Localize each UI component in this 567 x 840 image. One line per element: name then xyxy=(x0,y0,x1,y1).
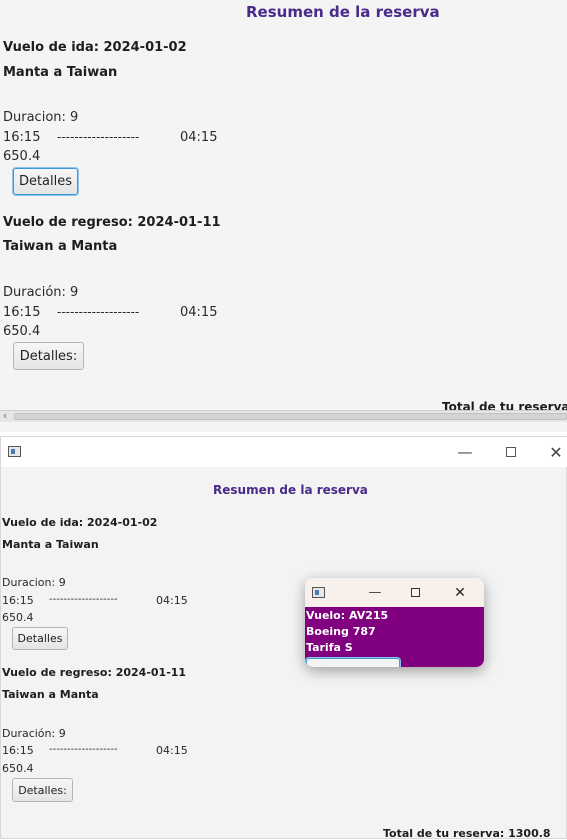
return-arrive-time: 04:15 xyxy=(180,305,218,320)
top-summary-panel: Resumen de la reserva Vuelo de ida: 2024… xyxy=(0,0,567,432)
return-dashes: ------------------- xyxy=(57,305,140,319)
scroll-left-icon[interactable]: ‹ xyxy=(3,409,7,422)
outbound-details-button[interactable]: Detalles xyxy=(12,627,68,650)
scrollbar-thumb[interactable] xyxy=(14,413,567,420)
close-icon[interactable]: ✕ xyxy=(542,439,567,465)
page-title: Resumen de la reserva xyxy=(246,3,440,21)
minimize-icon[interactable]: — xyxy=(451,439,479,465)
page-title: Resumen de la reserva xyxy=(213,483,368,497)
outbound-duration: Duracion: 9 xyxy=(2,576,66,589)
outbound-arrive-time: 04:15 xyxy=(156,594,188,607)
return-route: Taiwan a Manta xyxy=(2,688,99,701)
outbound-depart-time: 16:15 xyxy=(2,594,34,607)
return-header: Vuelo de regreso: 2024-01-11 xyxy=(3,215,221,230)
flight-details-popup: — ✕ Vuelo: AV215 Boeing 787 Tarifa S xyxy=(305,578,484,667)
outbound-dashes: ------------------- xyxy=(49,594,118,605)
outbound-arrive-time: 04:15 xyxy=(180,130,218,145)
outbound-dashes: ------------------- xyxy=(57,130,140,144)
outbound-depart-time: 16:15 xyxy=(3,130,41,145)
flight-number: Vuelo: AV215 xyxy=(306,609,389,622)
return-depart-time: 16:15 xyxy=(3,305,41,320)
popup-button[interactable] xyxy=(306,658,400,667)
return-route: Taiwan a Manta xyxy=(3,239,118,254)
total-label: Total de tu reserva: 1300.8 xyxy=(383,827,551,840)
return-dashes: ------------------- xyxy=(49,744,118,755)
title-bar[interactable]: — ✕ xyxy=(1,437,567,467)
outbound-details-button[interactable]: Detalles xyxy=(13,168,78,195)
outbound-price: 650.4 xyxy=(3,149,41,164)
maximize-icon[interactable] xyxy=(403,580,427,605)
return-details-button[interactable]: Detalles: xyxy=(13,342,84,370)
app-window-icon xyxy=(8,446,21,457)
return-duration: Duración: 9 xyxy=(3,285,79,300)
popup-title-bar[interactable]: — ✕ xyxy=(305,578,484,607)
outbound-header: Vuelo de ida: 2024-01-02 xyxy=(2,516,158,529)
return-details-button[interactable]: Detalles: xyxy=(12,778,73,802)
outbound-route: Manta a Taiwan xyxy=(3,65,118,80)
return-depart-time: 16:15 xyxy=(2,744,34,757)
outbound-price: 650.4 xyxy=(2,611,34,624)
horizontal-scrollbar[interactable]: ‹ xyxy=(0,409,567,422)
return-header: Vuelo de regreso: 2024-01-11 xyxy=(2,666,187,679)
fare-class: Tarifa S xyxy=(306,641,353,654)
return-price: 650.4 xyxy=(3,324,41,339)
aircraft-model: Boeing 787 xyxy=(306,625,376,638)
popup-content: Vuelo: AV215 Boeing 787 Tarifa S xyxy=(305,607,484,667)
outbound-duration: Duracion: 9 xyxy=(3,110,79,125)
minimize-icon[interactable]: — xyxy=(363,580,387,605)
maximize-icon[interactable] xyxy=(497,439,525,465)
close-icon[interactable]: ✕ xyxy=(448,580,472,605)
return-price: 650.4 xyxy=(2,762,34,775)
return-arrive-time: 04:15 xyxy=(156,744,188,757)
outbound-route: Manta a Taiwan xyxy=(2,538,99,551)
return-duration: Duración: 9 xyxy=(2,727,66,740)
app-window-icon xyxy=(312,587,325,598)
outbound-header: Vuelo de ida: 2024-01-02 xyxy=(3,40,187,55)
